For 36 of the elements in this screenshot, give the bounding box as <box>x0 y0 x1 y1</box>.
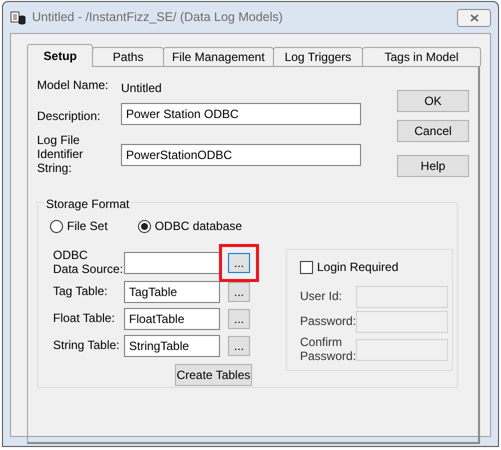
field-label: Float Table: <box>53 312 116 326</box>
dialog-button[interactable]: Cancel <box>397 120 469 142</box>
text-field[interactable]: Power Station ODBC <box>121 103 361 125</box>
browse-button[interactable]: ... <box>228 252 250 273</box>
text-field[interactable]: TagTable <box>124 280 220 303</box>
text-field[interactable]: StringTable <box>124 334 220 357</box>
close-button[interactable] <box>457 8 491 26</box>
login-checkbox[interactable]: Login Required <box>300 258 449 276</box>
window-title: Untitled - /InstantFizz_SE/ (Data Log Models) <box>32 9 283 26</box>
tab[interactable]: Tags in Model <box>362 47 481 66</box>
browse-button[interactable]: ... <box>228 282 250 302</box>
field-label: Confirm Password: <box>300 336 356 364</box>
radio-option[interactable]: ODBC database <box>138 217 242 235</box>
field-label: ODBC Data Source: <box>53 249 124 277</box>
tab[interactable]: Setup <box>27 44 94 67</box>
dialog-button[interactable]: OK <box>397 90 469 112</box>
browse-button[interactable]: ... <box>228 308 250 329</box>
field-label: Model Name: <box>37 79 110 94</box>
dialog-button[interactable]: Help <box>397 155 469 177</box>
browse-button[interactable]: ... <box>228 336 250 356</box>
field-label: Description: <box>37 110 102 124</box>
close-icon <box>470 14 478 22</box>
tab[interactable]: File Management <box>162 47 274 66</box>
text-field[interactable]: PowerStationODBC <box>121 144 361 166</box>
model-name-value: Untitled <box>121 80 162 97</box>
field-label: Password: <box>300 315 356 329</box>
field-label: String Table: <box>53 338 120 352</box>
field-label: Tag Table: <box>53 284 108 298</box>
text-field[interactable] <box>124 252 220 274</box>
text-field[interactable]: FloatTable <box>124 308 220 330</box>
tab[interactable]: Log Triggers <box>272 47 364 66</box>
field-label: User Id: <box>300 290 344 304</box>
app-icon <box>10 10 26 24</box>
field-label: Log File Identifier String: <box>37 134 84 176</box>
create-tables-button[interactable]: Create Tables <box>175 364 252 386</box>
radio-option[interactable]: File Set <box>50 217 108 235</box>
